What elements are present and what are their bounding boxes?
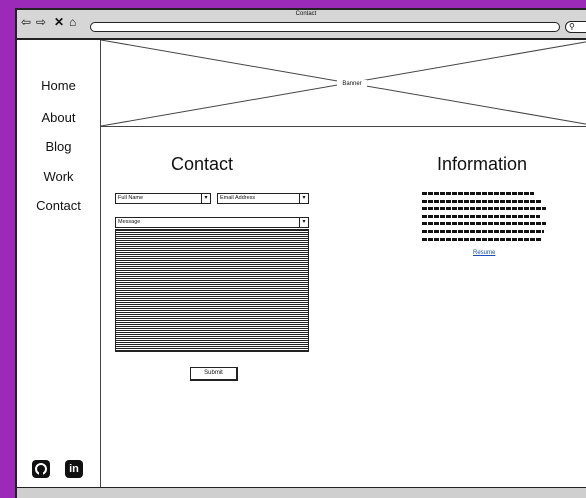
linkedin-icon[interactable]: in bbox=[65, 460, 83, 478]
status-bar bbox=[17, 487, 586, 498]
information-title: Information bbox=[437, 154, 528, 174]
message-label: Message bbox=[118, 219, 141, 225]
browser-window: Contact ⇦ ⇨ ✕ ⌂ ⚲ Home About Blog Work C… bbox=[15, 8, 586, 498]
url-bar[interactable] bbox=[90, 22, 560, 32]
github-icon[interactable] bbox=[32, 460, 50, 478]
search-box[interactable]: ⚲ bbox=[565, 21, 586, 33]
information-text-placeholder bbox=[422, 192, 548, 245]
email-label: Email Address bbox=[220, 195, 256, 201]
forward-arrow-icon[interactable]: ⇨ bbox=[36, 16, 46, 28]
full-name-field[interactable]: Full Name ▾ bbox=[115, 193, 211, 204]
nav-blog[interactable]: Blog bbox=[17, 139, 100, 155]
submit-button[interactable]: Submit bbox=[190, 367, 238, 381]
back-arrow-icon[interactable]: ⇦ bbox=[21, 16, 31, 28]
github-glyph bbox=[35, 463, 47, 476]
chevron-down-icon: ▾ bbox=[299, 218, 308, 227]
search-icon: ⚲ bbox=[569, 22, 575, 31]
resume-link[interactable]: Resume bbox=[473, 250, 495, 256]
chevron-down-icon: ▾ bbox=[299, 194, 308, 203]
message-textarea[interactable] bbox=[115, 229, 309, 352]
chevron-down-icon: ▾ bbox=[201, 194, 210, 203]
nav-home[interactable]: Home bbox=[17, 78, 100, 94]
email-field[interactable]: Email Address ▾ bbox=[217, 193, 309, 204]
message-field[interactable]: Message ▾ bbox=[115, 217, 309, 228]
banner-label: Banner bbox=[337, 80, 367, 88]
nav-about[interactable]: About bbox=[17, 110, 100, 126]
window-title: Contact bbox=[295, 11, 317, 17]
banner-placeholder: Banner bbox=[101, 40, 586, 127]
nav-contact[interactable]: Contact bbox=[17, 198, 100, 214]
contact-title: Contact bbox=[171, 154, 234, 174]
nav-work[interactable]: Work bbox=[17, 169, 100, 185]
home-icon[interactable]: ⌂ bbox=[69, 16, 76, 28]
browser-titlebar: Contact ⇦ ⇨ ✕ ⌂ ⚲ bbox=[17, 10, 586, 40]
full-name-label: Full Name bbox=[118, 195, 144, 201]
close-icon[interactable]: ✕ bbox=[54, 16, 64, 28]
sidebar: Home About Blog Work Contact in bbox=[17, 40, 101, 498]
